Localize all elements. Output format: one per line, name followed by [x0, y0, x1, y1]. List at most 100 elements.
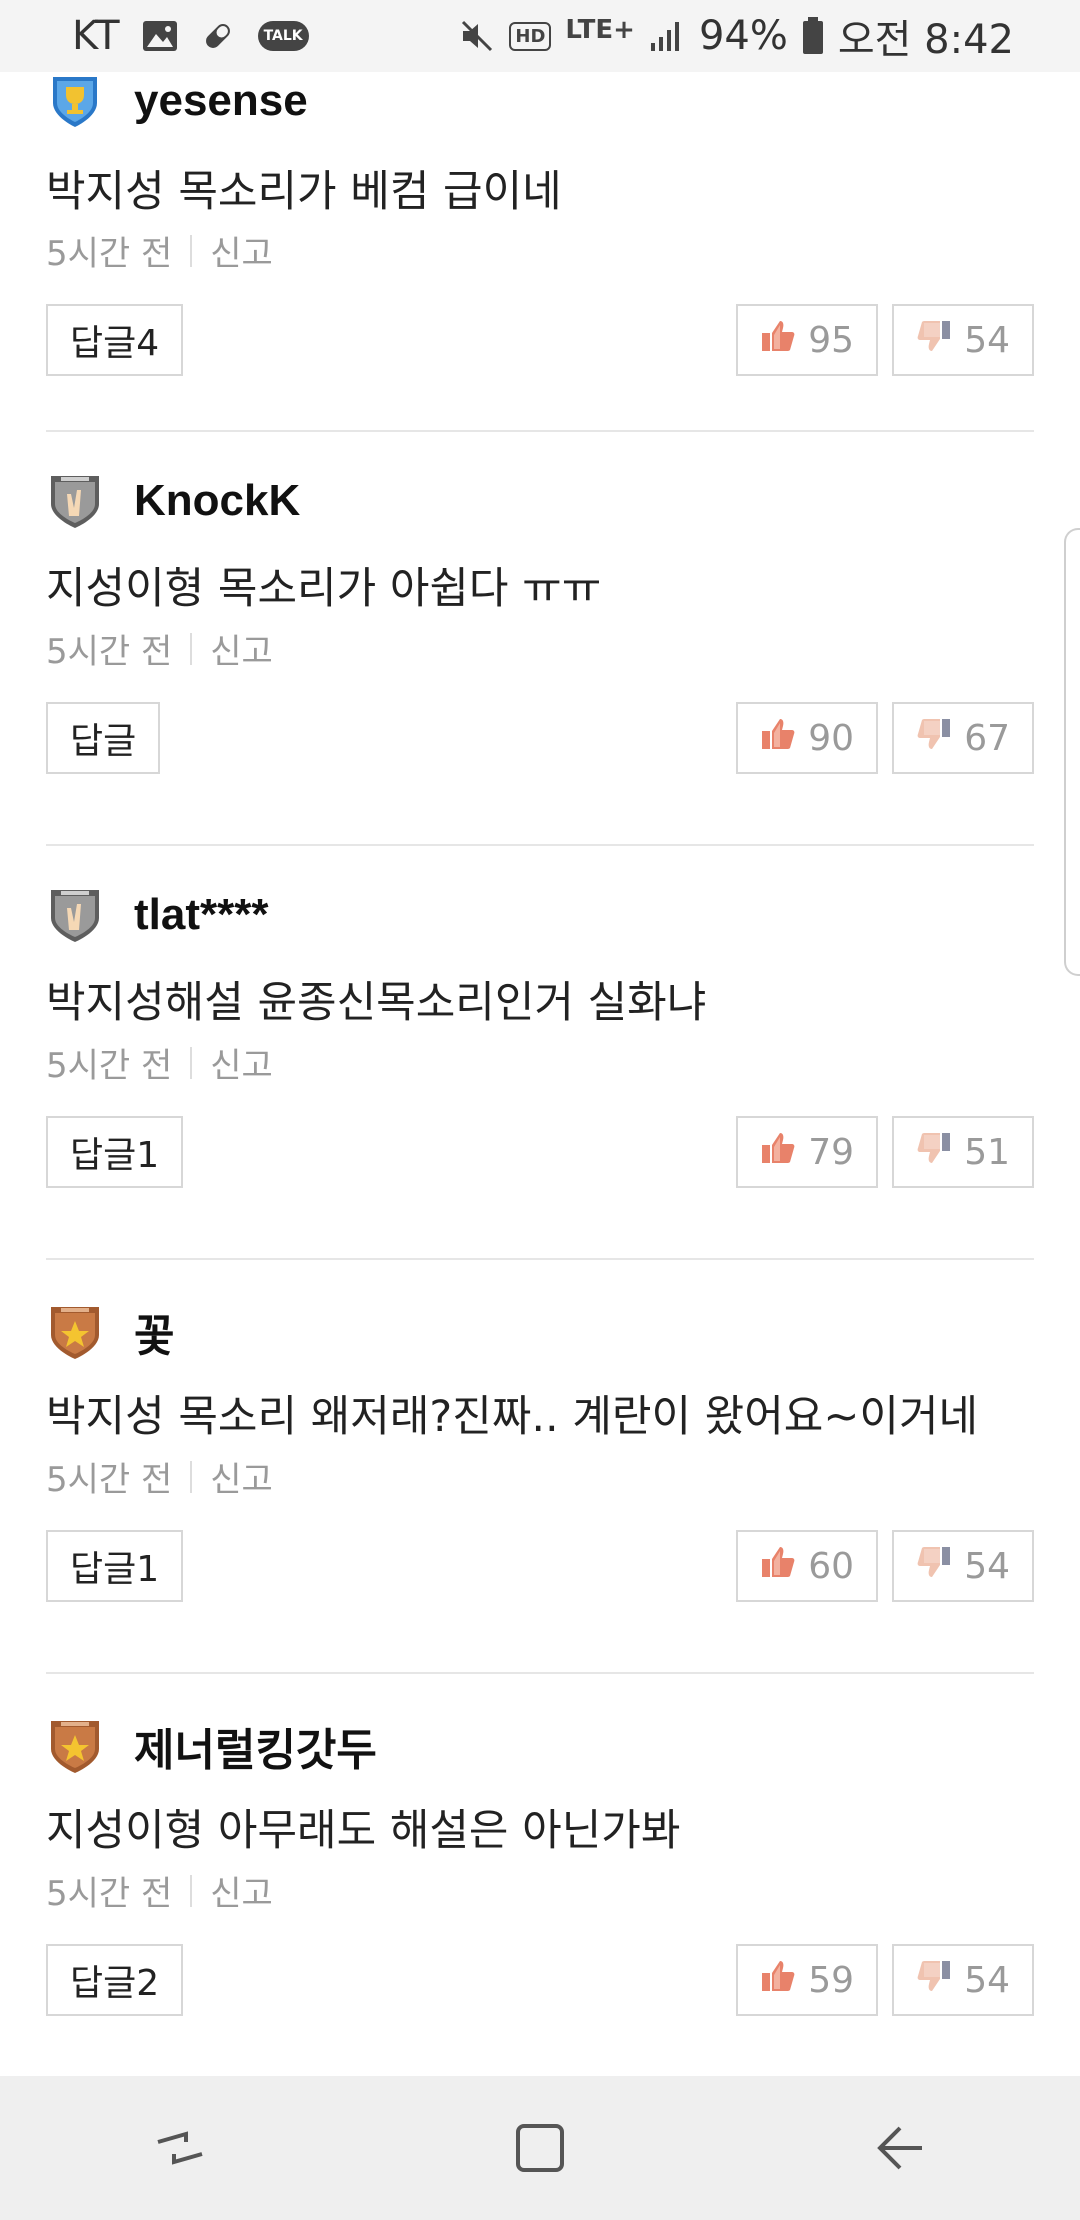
comment-meta: 5시간 전 신고 — [46, 1866, 273, 1915]
thumbs-up-icon — [760, 717, 796, 760]
username[interactable]: tlat**** — [134, 890, 269, 940]
report-link[interactable]: 신고 — [210, 1866, 273, 1915]
comment-header: 꽃 — [46, 1300, 174, 1364]
meta-divider — [190, 1460, 193, 1493]
comment-text: 지성이형 목소리가 아쉽다 ㅠㅠ — [46, 564, 602, 614]
thumbs-down-icon — [916, 319, 952, 362]
scroll-handle[interactable] — [1064, 528, 1080, 976]
thumbs-down-icon — [916, 1131, 952, 1174]
comment-time: 5시간 전 — [46, 234, 173, 274]
username[interactable]: 꽃 — [134, 1300, 174, 1364]
back-arrow-icon — [877, 2126, 922, 2170]
gallery-icon — [142, 20, 178, 52]
like-count: 90 — [808, 717, 854, 759]
dislike-count: 54 — [964, 1545, 1010, 1587]
comment-text: 박지성 목소리 왜저래?진짜.. 계란이 왔어요~이거네 — [46, 1392, 979, 1442]
report-link[interactable]: 신고 — [210, 226, 273, 275]
meta-divider — [190, 1874, 193, 1907]
username[interactable]: KnockK — [134, 476, 300, 526]
like-count: 79 — [808, 1131, 854, 1173]
mute-icon — [459, 18, 495, 54]
comment-item: 제너럴킹갓두 지성이형 아무래도 해설은 아닌가봐 5시간 전 신고 답글2 5… — [46, 1674, 1034, 2088]
comment-text: 박지성해설 윤종신목소리인거 실화냐 — [46, 978, 707, 1028]
senior-star-icon — [46, 1303, 104, 1361]
back-button[interactable] — [860, 2108, 940, 2188]
dislike-button[interactable]: 51 — [892, 1116, 1034, 1188]
clock: 오전 8:42 — [837, 17, 1014, 63]
recent-apps-icon — [157, 2131, 203, 2165]
reply-button[interactable]: 답글2 — [46, 1944, 184, 2016]
thumbs-down-icon — [916, 717, 952, 760]
thumbs-up-icon — [760, 319, 796, 362]
like-button[interactable]: 95 — [736, 304, 878, 376]
comment-header: tlat**** — [46, 886, 269, 944]
comment-meta: 5시간 전 신고 — [46, 226, 273, 275]
senior-star-icon — [46, 1717, 104, 1775]
comment-meta: 5시간 전 신고 — [46, 624, 273, 673]
comment-item: yesense 박지성 목소리가 베컴 급이네 5시간 전 신고 답글4 95 … — [46, 72, 1034, 432]
comment-header: KnockK — [46, 472, 300, 530]
like-count: 60 — [808, 1545, 854, 1587]
thumbs-up-icon — [760, 1131, 796, 1174]
comment-item: KnockK 지성이형 목소리가 아쉽다 ㅠㅠ 5시간 전 신고 답글 90 6… — [46, 432, 1034, 846]
like-button[interactable]: 79 — [736, 1116, 878, 1188]
like-button[interactable]: 90 — [736, 702, 878, 774]
comment-header: yesense — [46, 72, 308, 130]
like-button[interactable]: 60 — [736, 1530, 878, 1602]
status-bar: KT TALK HD LTE+ 94% 오전 8:42 — [0, 0, 1080, 72]
network-type-label: LTE+ — [565, 15, 635, 45]
comment-list: yesense 박지성 목소리가 베컴 급이네 5시간 전 신고 답글4 95 … — [46, 72, 1034, 2088]
comment-text: 박지성 목소리가 베컴 급이네 — [46, 167, 562, 217]
report-link[interactable]: 신고 — [210, 624, 273, 673]
thumbs-up-icon — [760, 1545, 796, 1588]
comment-meta: 5시간 전 신고 — [46, 1038, 273, 1087]
rookie-victory-icon — [46, 472, 104, 530]
dislike-count: 51 — [964, 1131, 1010, 1173]
comment-time: 5시간 전 — [46, 1460, 173, 1500]
dislike-count: 54 — [964, 319, 1010, 361]
recent-apps-button[interactable] — [140, 2108, 220, 2188]
dislike-button[interactable]: 54 — [892, 1944, 1034, 2016]
battery-icon — [802, 17, 824, 55]
comment-header: 제너럴킹갓두 — [46, 1714, 377, 1778]
reply-button[interactable]: 답글1 — [46, 1530, 184, 1602]
rookie-victory-icon — [46, 886, 104, 944]
thumbs-down-icon — [916, 1545, 952, 1588]
comment-text: 지성이형 아무래도 해설은 아닌가봐 — [46, 1806, 681, 1856]
dislike-button[interactable]: 67 — [892, 702, 1034, 774]
like-count: 59 — [808, 1959, 854, 2001]
home-icon — [516, 2124, 564, 2172]
navigation-bar — [0, 2076, 1080, 2220]
report-link[interactable]: 신고 — [210, 1038, 273, 1087]
reply-button[interactable]: 답글1 — [46, 1116, 184, 1188]
hd-voice-icon: HD — [509, 21, 552, 51]
comment-meta: 5시간 전 신고 — [46, 1452, 273, 1501]
thumbs-up-icon — [760, 1959, 796, 2002]
username[interactable]: yesense — [134, 76, 308, 126]
dislike-count: 67 — [964, 717, 1010, 759]
like-button[interactable]: 59 — [736, 1944, 878, 2016]
meta-divider — [190, 632, 193, 665]
talk-icon: TALK — [257, 21, 309, 51]
dislike-button[interactable]: 54 — [892, 304, 1034, 376]
battery-percent: 94% — [698, 13, 788, 59]
like-count: 95 — [808, 319, 854, 361]
comment-time: 5시간 전 — [46, 1046, 173, 1086]
reply-button[interactable]: 답글4 — [46, 304, 184, 376]
meta-divider — [190, 1046, 193, 1079]
report-link[interactable]: 신고 — [210, 1452, 273, 1501]
comment-time: 5시간 전 — [46, 632, 173, 672]
username[interactable]: 제너럴킹갓두 — [134, 1714, 377, 1778]
thumbs-down-icon — [916, 1959, 952, 2002]
comment-item: 꽃 박지성 목소리 왜저래?진짜.. 계란이 왔어요~이거네 5시간 전 신고 … — [46, 1260, 1034, 1674]
comment-item: tlat**** 박지성해설 윤종신목소리인거 실화냐 5시간 전 신고 답글1… — [46, 846, 1034, 1260]
dislike-button[interactable]: 54 — [892, 1530, 1034, 1602]
reply-button[interactable]: 답글 — [46, 702, 161, 774]
pill-icon — [200, 18, 236, 54]
meta-divider — [190, 234, 193, 267]
dislike-count: 54 — [964, 1959, 1010, 2001]
home-button[interactable] — [500, 2108, 580, 2188]
signal-icon — [649, 19, 685, 53]
comment-time: 5시간 전 — [46, 1874, 173, 1914]
pro-trophy-icon — [46, 72, 104, 130]
